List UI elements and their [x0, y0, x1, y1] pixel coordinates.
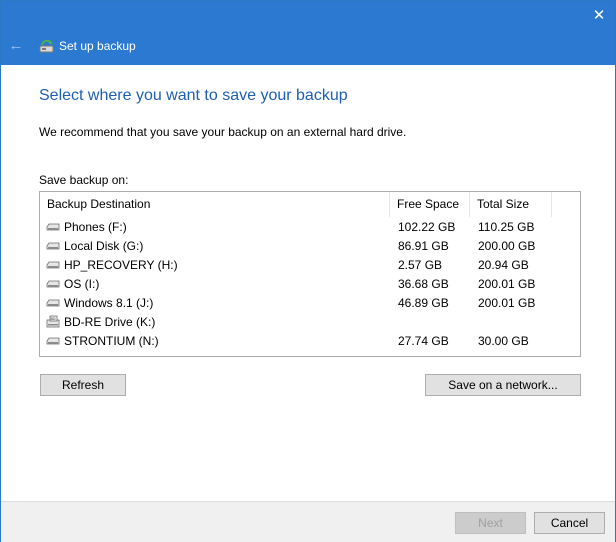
- next-button[interactable]: Next: [455, 512, 526, 534]
- page-heading: Select where you want to save your backu…: [39, 87, 348, 104]
- drive-name: STRONTIUM (N:): [64, 334, 159, 348]
- total-size: 200.01 GB: [478, 277, 536, 291]
- table-row[interactable]: BD BD-RE Drive (K:): [40, 313, 580, 332]
- table-row[interactable]: STRONTIUM (N:) 27.74 GB 30.00 GB: [40, 332, 580, 351]
- refresh-button[interactable]: Refresh: [40, 374, 126, 396]
- list-header: Backup Destination Free Space Total Size: [40, 192, 580, 217]
- column-header-destination[interactable]: Backup Destination: [40, 192, 390, 217]
- free-space: 102.22 GB: [398, 220, 456, 234]
- drive-name: Phones (F:): [64, 220, 127, 234]
- free-space: 2.57 GB: [398, 258, 443, 272]
- hard-drive-icon: [46, 280, 60, 288]
- setup-backup-window: ← Set up backup ✕ Select where you want …: [0, 0, 616, 542]
- table-row[interactable]: HP_RECOVERY (H:) 2.57 GB 20.94 GB: [40, 256, 580, 275]
- hard-drive-icon: [46, 337, 60, 345]
- table-row[interactable]: Phones (F:) 102.22 GB 110.25 GB: [40, 218, 580, 237]
- total-size: 30.00 GB: [478, 334, 529, 348]
- svg-text:BD: BD: [51, 317, 56, 321]
- column-header-total-size[interactable]: Total Size: [470, 192, 552, 217]
- free-space: 27.74 GB: [398, 334, 449, 348]
- hard-drive-icon: [46, 223, 60, 231]
- free-space: 36.68 GB: [398, 277, 449, 291]
- total-size: 200.00 GB: [478, 239, 536, 253]
- save-on-network-button[interactable]: Save on a network...: [425, 374, 581, 396]
- drive-name: HP_RECOVERY (H:): [64, 258, 178, 272]
- cancel-button[interactable]: Cancel: [534, 512, 605, 534]
- hard-drive-icon: [46, 261, 60, 269]
- hard-drive-icon: [46, 299, 60, 307]
- free-space: 86.91 GB: [398, 239, 449, 253]
- total-size: 200.01 GB: [478, 296, 536, 310]
- table-row[interactable]: OS (I:) 36.68 GB 200.01 GB: [40, 275, 580, 294]
- table-row[interactable]: Local Disk (G:) 86.91 GB 200.00 GB: [40, 237, 580, 256]
- back-arrow-icon[interactable]: ←: [7, 37, 25, 55]
- column-header-free-space[interactable]: Free Space: [390, 192, 470, 217]
- drive-name: OS (I:): [64, 277, 100, 291]
- drive-name: Local Disk (G:): [64, 239, 144, 253]
- bd-drive-icon: BD: [46, 315, 60, 328]
- backup-destination-list[interactable]: Backup Destination Free Space Total Size…: [39, 191, 581, 357]
- backup-app-icon: [39, 39, 54, 53]
- drive-name: Windows 8.1 (J:): [64, 296, 154, 310]
- save-backup-label: Save backup on:: [39, 173, 129, 187]
- window-title: Set up backup: [59, 39, 136, 53]
- recommendation-text: We recommend that you save your backup o…: [39, 125, 407, 139]
- total-size: 20.94 GB: [478, 258, 529, 272]
- free-space: 46.89 GB: [398, 296, 449, 310]
- footer-bar: Next Cancel: [1, 501, 615, 542]
- hard-drive-icon: [46, 242, 60, 250]
- table-row[interactable]: Windows 8.1 (J:) 46.89 GB 200.01 GB: [40, 294, 580, 313]
- title-bar: ← Set up backup ✕: [1, 1, 615, 65]
- close-icon[interactable]: ✕: [587, 5, 611, 27]
- total-size: 110.25 GB: [478, 220, 535, 234]
- drive-name: BD-RE Drive (K:): [64, 315, 156, 329]
